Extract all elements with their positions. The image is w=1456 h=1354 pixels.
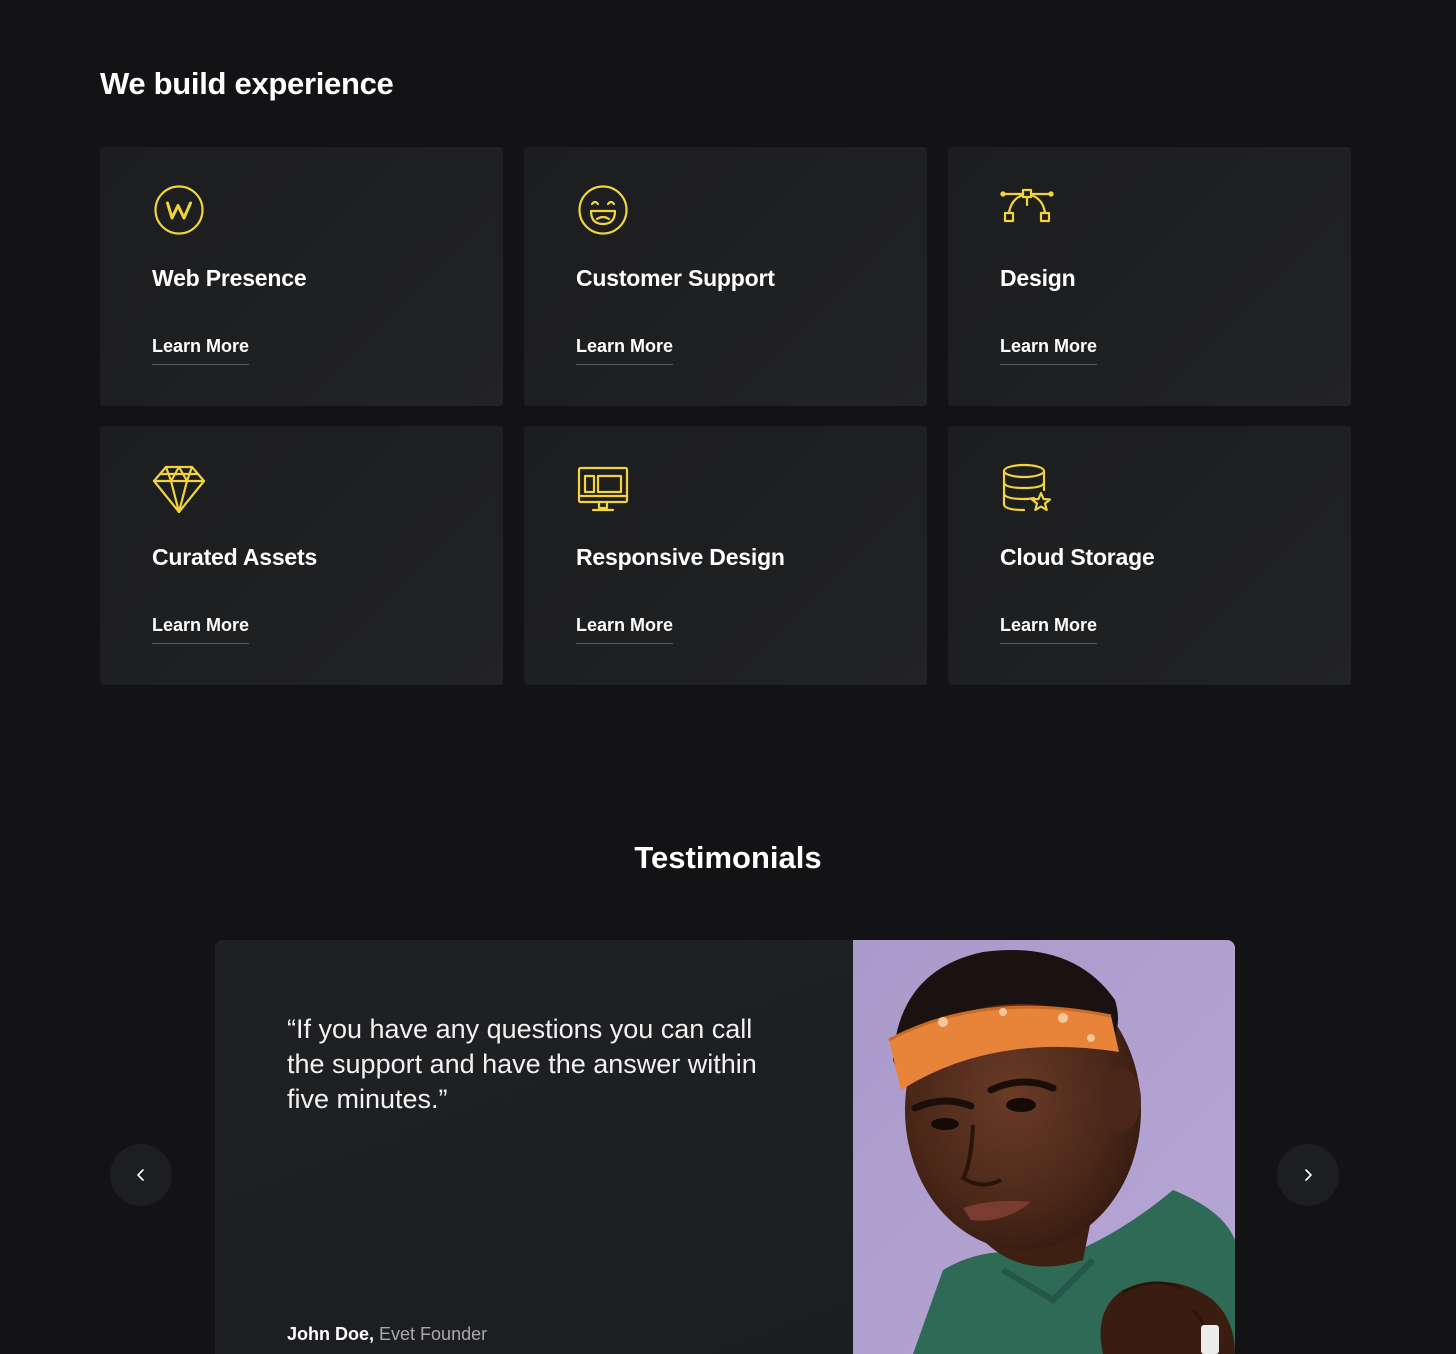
- service-card-cloud-storage: Cloud Storage Learn More: [948, 426, 1351, 685]
- service-card-web-presence: Web Presence Learn More: [100, 147, 503, 406]
- testimonial-photo: [853, 940, 1235, 1354]
- services-heading: We build experience: [100, 66, 394, 101]
- card-title: Curated Assets: [152, 544, 318, 570]
- services-grid: Web Presence Learn More Customer Support…: [100, 147, 1351, 685]
- learn-more-link[interactable]: Learn More: [152, 615, 250, 644]
- learn-more-link[interactable]: Learn More: [1000, 615, 1098, 644]
- testimonials-heading: Testimonials: [634, 840, 822, 875]
- monitor-layout-icon: [576, 462, 630, 516]
- learn-more-link[interactable]: Learn More: [1000, 336, 1098, 365]
- web-presence-icon: [152, 183, 206, 237]
- learn-more-link[interactable]: Learn More: [152, 336, 250, 365]
- database-star-icon: [1000, 462, 1054, 516]
- chevron-right-icon: [1300, 1167, 1316, 1183]
- smiley-face-icon: [576, 183, 630, 237]
- service-card-curated-assets: Curated Assets Learn More: [100, 426, 503, 685]
- carousel-prev-button[interactable]: [110, 1144, 172, 1206]
- author-role: Evet Founder: [379, 1324, 488, 1344]
- learn-more-link[interactable]: Learn More: [576, 336, 674, 365]
- service-card-design: Design Learn More: [948, 147, 1351, 406]
- testimonial-quote-pane: “If you have any questions you can call …: [215, 940, 853, 1354]
- carousel-next-button[interactable]: [1277, 1144, 1339, 1206]
- bezier-pen-icon: [1000, 183, 1054, 237]
- card-title: Web Presence: [152, 265, 307, 291]
- testimonial-quote: “If you have any questions you can call …: [287, 1014, 757, 1114]
- card-title: Cloud Storage: [1000, 544, 1155, 570]
- service-card-customer-support: Customer Support Learn More: [524, 147, 927, 406]
- card-title: Design: [1000, 265, 1076, 291]
- diamond-icon: [152, 462, 206, 516]
- testimonial-card: “If you have any questions you can call …: [215, 940, 1235, 1354]
- chevron-left-icon: [133, 1167, 149, 1183]
- card-title: Customer Support: [576, 265, 775, 291]
- card-title: Responsive Design: [576, 544, 785, 570]
- author-name: John Doe,: [287, 1324, 375, 1344]
- testimonial-author: John Doe, Evet Founder: [287, 1324, 487, 1345]
- service-card-responsive-design: Responsive Design Learn More: [524, 426, 927, 685]
- learn-more-link[interactable]: Learn More: [576, 615, 674, 644]
